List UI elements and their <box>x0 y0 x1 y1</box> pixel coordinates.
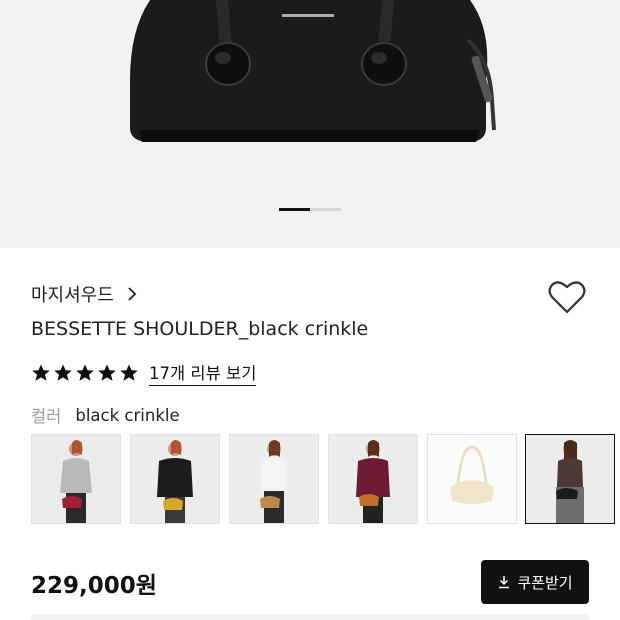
variant-photo <box>329 435 417 523</box>
chevron-right-icon <box>128 287 137 301</box>
coupon-label: 쿠폰받기 <box>517 573 573 592</box>
star-icon <box>98 364 116 381</box>
variant-photo <box>428 435 516 523</box>
color-variant-thumb[interactable] <box>427 434 517 524</box>
carousel-indicator-track <box>310 208 341 211</box>
heart-icon[interactable] <box>548 279 586 315</box>
star-icon <box>54 364 72 381</box>
color-variant-thumb[interactable] <box>229 434 319 524</box>
price: 229,000원 <box>31 573 157 599</box>
review-link[interactable]: 17개 리뷰 보기 <box>149 360 257 386</box>
star-icon <box>120 364 138 381</box>
product-image-area[interactable] <box>0 0 620 248</box>
download-icon <box>499 576 510 589</box>
star-icon <box>32 364 50 381</box>
variant-photo <box>526 435 614 523</box>
color-variant-thumb-selected[interactable] <box>525 434 615 524</box>
variant-photo <box>32 435 120 523</box>
carousel-indicator-active <box>279 208 310 211</box>
color-variant-thumb[interactable] <box>130 434 220 524</box>
color-variant-thumb[interactable] <box>31 434 121 524</box>
coupon-button[interactable]: 쿠폰받기 <box>481 560 589 604</box>
brand-link[interactable]: 마지셔우드 <box>31 280 140 308</box>
color-value: black crinkle <box>75 405 180 425</box>
carousel-indicator[interactable] <box>279 208 341 211</box>
color-variant-list <box>31 434 620 524</box>
rating-row: 17개 리뷰 보기 <box>31 360 257 386</box>
star-rating <box>31 363 139 383</box>
color-row: 컬러 black crinkle <box>31 403 180 427</box>
color-variant-thumb[interactable] <box>328 434 418 524</box>
star-icon <box>76 364 94 381</box>
color-label: 컬러 <box>31 407 62 426</box>
variant-photo <box>131 435 219 523</box>
brand-name: 마지셔우드 <box>31 285 114 306</box>
product-title: BESSETTE SHOULDER_black crinkle <box>31 318 369 340</box>
variant-photo <box>230 435 318 523</box>
bottom-panel-edge <box>31 614 589 620</box>
